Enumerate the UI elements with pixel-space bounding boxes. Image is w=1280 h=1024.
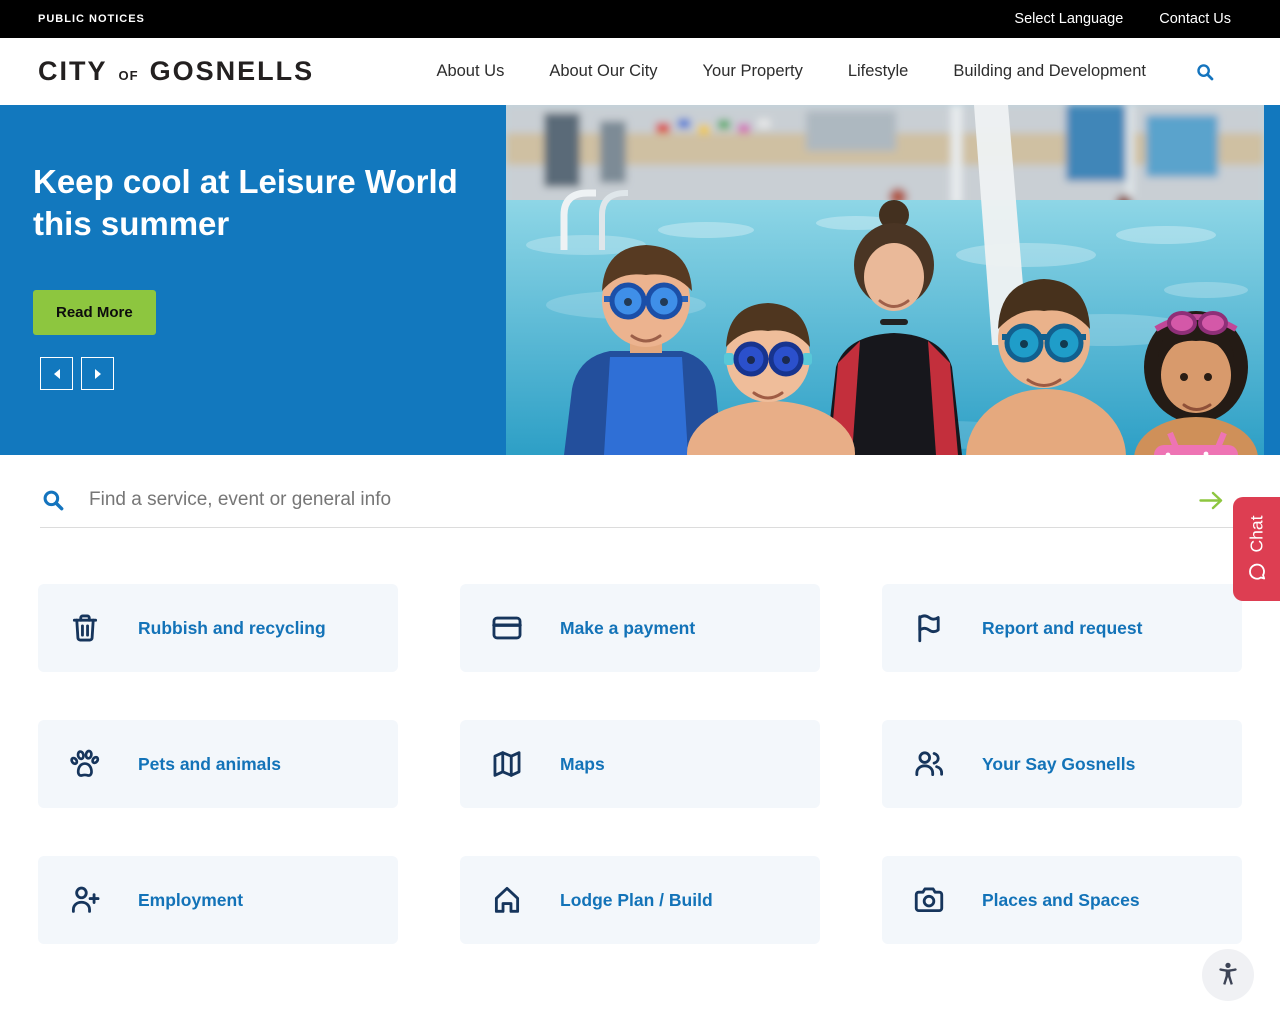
tile-make-payment[interactable]: Make a payment <box>460 584 820 672</box>
house-icon <box>490 883 524 917</box>
tile-label: Pets and animals <box>138 754 281 775</box>
arrow-right-icon <box>1199 491 1224 510</box>
hero-photo <box>506 105 1264 455</box>
tile-label: Rubbish and recycling <box>138 618 326 639</box>
accessibility-button[interactable] <box>1202 949 1254 1001</box>
search-icon <box>1194 61 1216 83</box>
main-nav: About Us About Our City Your Property Li… <box>436 61 1216 83</box>
nav-lifestyle[interactable]: Lifestyle <box>848 62 909 81</box>
tile-report-request[interactable]: Report and request <box>882 584 1242 672</box>
tile-label: Maps <box>560 754 605 775</box>
tile-label: Places and Spaces <box>982 890 1140 911</box>
chat-bubble-icon <box>1246 561 1267 582</box>
people-icon <box>912 747 946 781</box>
flag-icon <box>912 611 946 645</box>
chevron-left-icon <box>52 368 62 380</box>
logo-city: CITY <box>38 56 108 87</box>
search-icon <box>40 487 66 513</box>
tile-lodge-plan-build[interactable]: Lodge Plan / Build <box>460 856 820 944</box>
top-utility-links: Select Language Contact Us <box>1014 11 1231 27</box>
quick-search-section <box>0 455 1280 528</box>
person-plus-icon <box>68 883 102 917</box>
credit-card-icon <box>490 611 524 645</box>
map-icon <box>490 747 524 781</box>
carousel-next-button[interactable] <box>81 357 114 390</box>
tile-label: Make a payment <box>560 618 695 639</box>
nav-about-us[interactable]: About Us <box>436 62 504 81</box>
logo-of: OF <box>119 68 139 83</box>
hero-carousel: Keep cool at Leisure World this summer R… <box>0 105 1280 455</box>
tile-places-spaces[interactable]: Places and Spaces <box>882 856 1242 944</box>
nav-about-our-city[interactable]: About Our City <box>549 62 657 81</box>
tile-pets-animals[interactable]: Pets and animals <box>38 720 398 808</box>
chevron-right-icon <box>93 368 103 380</box>
nav-building-development[interactable]: Building and Development <box>953 62 1146 81</box>
tile-label: Lodge Plan / Build <box>560 890 713 911</box>
nav-your-property[interactable]: Your Property <box>703 62 803 81</box>
read-more-button[interactable]: Read More <box>33 290 156 335</box>
accessibility-icon <box>1213 960 1243 990</box>
select-language-link[interactable]: Select Language <box>1014 11 1123 27</box>
carousel-controls <box>40 357 114 390</box>
tile-rubbish-recycling[interactable]: Rubbish and recycling <box>38 584 398 672</box>
top-utility-bar: PUBLIC NOTICES Select Language Contact U… <box>0 0 1280 38</box>
tile-label: Report and request <box>982 618 1142 639</box>
camera-icon <box>912 883 946 917</box>
tile-label: Your Say Gosnells <box>982 754 1135 775</box>
nav-search-button[interactable] <box>1194 61 1216 83</box>
trash-icon <box>68 611 102 645</box>
search-input[interactable] <box>89 489 1199 511</box>
tile-your-say-gosnells[interactable]: Your Say Gosnells <box>882 720 1242 808</box>
tile-employment[interactable]: Employment <box>38 856 398 944</box>
search-submit-button[interactable] <box>1199 491 1224 510</box>
contact-us-link[interactable]: Contact Us <box>1159 11 1231 27</box>
search-bar <box>40 487 1240 528</box>
public-notices-label[interactable]: PUBLIC NOTICES <box>38 13 145 25</box>
site-logo[interactable]: CITY OF GOSNELLS <box>38 56 314 87</box>
service-tiles-grid: Rubbish and recycling Make a payment Rep… <box>38 584 1242 944</box>
tile-maps[interactable]: Maps <box>460 720 820 808</box>
paw-icon <box>68 747 102 781</box>
hero-heading: Keep cool at Leisure World this summer <box>33 161 503 245</box>
chat-tab[interactable]: Chat <box>1233 497 1280 601</box>
hero-content: Keep cool at Leisure World this summer R… <box>33 161 503 335</box>
site-header: CITY OF GOSNELLS About Us About Our City… <box>0 38 1280 105</box>
tile-label: Employment <box>138 890 243 911</box>
logo-gosnells: GOSNELLS <box>150 56 315 87</box>
carousel-prev-button[interactable] <box>40 357 73 390</box>
chat-label: Chat <box>1246 516 1267 553</box>
chat-tab-inner: Chat <box>1233 497 1280 601</box>
